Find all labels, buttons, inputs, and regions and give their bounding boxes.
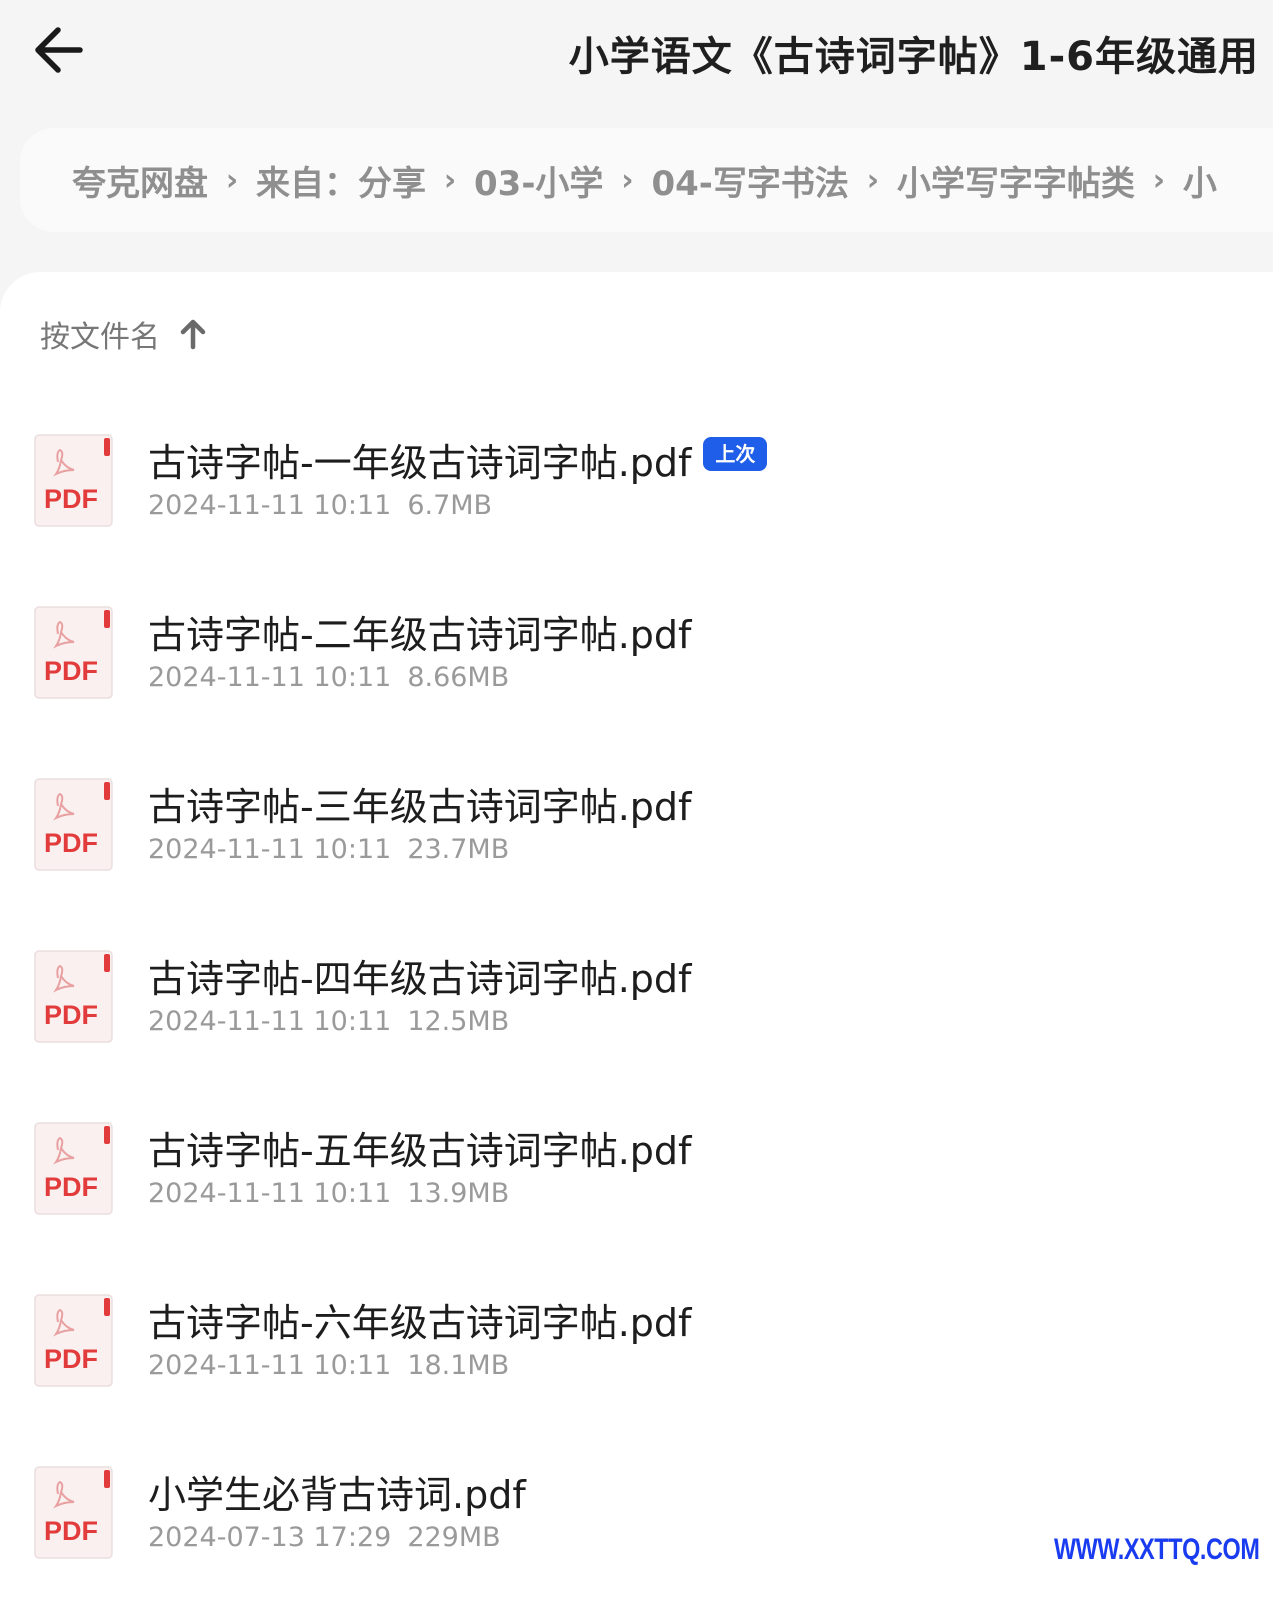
chevron-right-icon: › (225, 162, 239, 198)
file-name: 古诗字帖-二年级古诗词字帖.pdf (148, 613, 692, 657)
svg-text:PDF: PDF (44, 1172, 98, 1202)
header-bar: 小学语文《古诗词字帖》1-6年级通用 (0, 0, 1273, 110)
back-arrow-icon[interactable] (30, 22, 90, 78)
file-size: 18.1MB (407, 1350, 510, 1381)
pdf-file-icon: PDF (34, 1122, 114, 1216)
file-name: 古诗字帖-五年级古诗词字帖.pdf (148, 1129, 692, 1173)
chevron-right-icon: › (621, 162, 634, 198)
breadcrumb-item-primary-school[interactable]: 03-小学 (474, 156, 603, 205)
file-date: 2024-07-13 17:29 (148, 1522, 392, 1553)
breadcrumb: 夸克网盘 › 来自：分享 › 03-小学 › 04-写字书法 › 小学写字字帖类… (20, 128, 1273, 232)
file-meta: 2024-11-11 10:11 6.7MB (148, 490, 492, 521)
file-meta: 2024-07-13 17:29 229MB (148, 1522, 501, 1553)
file-date: 2024-11-11 10:11 (148, 1006, 392, 1037)
svg-text:PDF: PDF (44, 656, 98, 686)
file-list-item[interactable]: PDF 小学生必背古诗词.pdf 2024-07-13 17:29 229MB (0, 1450, 1273, 1590)
file-size: 8.66MB (407, 662, 510, 693)
file-list-item[interactable]: PDF 古诗字帖-三年级古诗词字帖.pdf 2024-11-11 10:11 23… (0, 762, 1273, 902)
pdf-file-icon: PDF (34, 778, 114, 872)
pdf-file-icon: PDF (34, 1466, 114, 1560)
file-meta: 2024-11-11 10:11 23.7MB (148, 834, 509, 865)
file-name: 古诗字帖-一年级古诗词字帖.pdf (148, 441, 692, 485)
breadcrumb-item-calligraphy[interactable]: 04-写字书法 (651, 156, 848, 205)
file-name: 古诗字帖-四年级古诗词字帖.pdf (148, 957, 692, 1001)
watermark: WWW.XXTTQ.COM (1053, 1533, 1259, 1566)
arrow-up-icon (180, 319, 206, 350)
svg-text:PDF: PDF (44, 1344, 98, 1374)
file-name: 古诗字帖-三年级古诗词字帖.pdf (148, 785, 692, 829)
file-list-item[interactable]: PDF 古诗字帖-四年级古诗词字帖.pdf 2024-11-11 10:11 12… (0, 934, 1273, 1074)
breadcrumb-item-copybooks[interactable]: 小学写字字帖类 (897, 156, 1135, 205)
file-size: 229MB (407, 1522, 501, 1553)
page-title: 小学语文《古诗词字帖》1-6年级通用 (568, 34, 1259, 80)
last-opened-badge: 上次 (703, 436, 768, 471)
sort-label: 按文件名 (40, 320, 160, 355)
file-date: 2024-11-11 10:11 (148, 662, 392, 693)
chevron-right-icon: › (1152, 162, 1166, 198)
svg-text:PDF: PDF (44, 484, 98, 514)
file-meta: 2024-11-11 10:11 18.1MB (148, 1350, 509, 1381)
chevron-right-icon: › (443, 162, 457, 198)
file-date: 2024-11-11 10:11 (148, 834, 392, 865)
sort-by-name-button[interactable]: 按文件名 (40, 312, 208, 356)
pdf-file-icon: PDF (34, 606, 114, 700)
file-size: 13.9MB (407, 1178, 510, 1209)
file-meta: 2024-11-11 10:11 8.66MB (148, 662, 509, 693)
file-meta: 2024-11-11 10:11 13.9MB (148, 1178, 509, 1209)
file-list-panel: 按文件名 PDF 古诗字帖-一年级古诗词字帖.pdf 上次 2024-11-11… (0, 272, 1273, 1612)
chevron-right-icon: › (866, 162, 880, 198)
pdf-file-icon: PDF (34, 1294, 114, 1388)
svg-text:PDF: PDF (44, 1000, 98, 1030)
svg-text:PDF: PDF (44, 828, 98, 858)
file-name: 古诗字帖-六年级古诗词字帖.pdf (148, 1301, 692, 1345)
file-list-item[interactable]: PDF 古诗字帖-六年级古诗词字帖.pdf 2024-11-11 10:11 18… (0, 1278, 1273, 1418)
pdf-file-icon: PDF (34, 950, 114, 1044)
file-date: 2024-11-11 10:11 (148, 490, 392, 521)
file-list-item[interactable]: PDF 古诗字帖-二年级古诗词字帖.pdf 2024-11-11 10:11 8.… (0, 590, 1273, 730)
file-meta: 2024-11-11 10:11 12.5MB (148, 1006, 509, 1037)
file-date: 2024-11-11 10:11 (148, 1178, 392, 1209)
file-size: 12.5MB (407, 1006, 510, 1037)
pdf-file-icon: PDF (34, 434, 114, 528)
file-name: 小学生必背古诗词.pdf (148, 1473, 526, 1517)
file-size: 6.7MB (407, 490, 493, 521)
file-list-item[interactable]: PDF 古诗字帖-一年级古诗词字帖.pdf 上次 2024-11-11 10:1… (0, 418, 1273, 558)
breadcrumb-item-current[interactable]: 小 (1183, 156, 1217, 205)
file-date: 2024-11-11 10:11 (148, 1350, 392, 1381)
file-size: 23.7MB (407, 834, 510, 865)
breadcrumb-item-quark-drive[interactable]: 夸克网盘 (72, 156, 208, 205)
svg-text:PDF: PDF (44, 1516, 98, 1546)
breadcrumb-item-from-share[interactable]: 来自：分享 (256, 156, 426, 205)
file-list-item[interactable]: PDF 古诗字帖-五年级古诗词字帖.pdf 2024-11-11 10:11 13… (0, 1106, 1273, 1246)
